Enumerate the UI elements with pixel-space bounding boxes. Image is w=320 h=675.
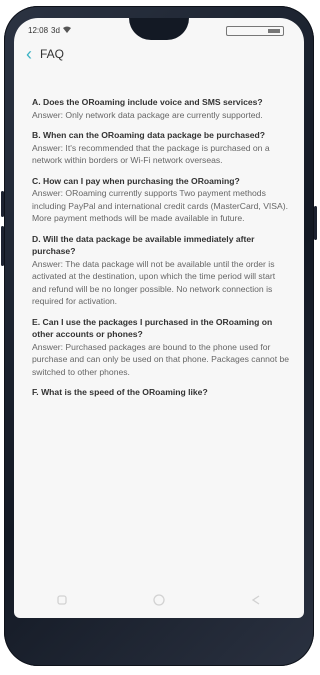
faq-answer: Answer: Purchased packages are bound to … (32, 341, 290, 377)
status-bar: 12:08 3d (20, 24, 298, 38)
faq-item: A. Does the ORoaming include voice and S… (32, 96, 290, 121)
faq-item: D. Will the data package be available im… (32, 233, 290, 308)
square-icon[interactable] (56, 594, 68, 609)
volume-up-button (1, 191, 4, 217)
faq-question: D. Will the data package be available im… (32, 233, 255, 257)
volume-down-button (1, 226, 4, 266)
chevron-left-icon[interactable]: ‹ (26, 45, 32, 63)
status-time: 12:08 (28, 26, 49, 35)
screen: 12:08 3d ‹ FAQ A. Does the ORoaming incl… (14, 18, 304, 618)
system-nav-bar (14, 590, 304, 612)
faq-answer: Answer: It's recommended that the packag… (32, 142, 270, 166)
faq-question: C. How can I pay when purchasing the ORo… (32, 175, 240, 186)
faq-item: E. Can I use the packages I purchased in… (32, 316, 290, 379)
power-button (314, 206, 317, 240)
back-triangle-icon[interactable] (250, 594, 262, 609)
circle-icon[interactable] (152, 593, 166, 610)
faq-item: F. What is the speed of the ORoaming lik… (32, 386, 290, 399)
page-title: FAQ (40, 47, 65, 61)
faq-question: F. What is the speed of the ORoaming lik… (32, 387, 208, 397)
faq-answer: Answer: The data package will not be ava… (32, 258, 276, 307)
signal-indicator: 3d (51, 26, 60, 35)
wifi-icon (62, 26, 71, 35)
phone-frame: 12:08 3d ‹ FAQ A. Does the ORoaming incl… (1, 6, 317, 666)
faq-item: C. How can I pay when purchasing the ORo… (32, 175, 290, 225)
faq-answer: Answer: ORoaming currently supports Two … (32, 188, 289, 223)
faq-question: E. Can I use the packages I purchased in… (32, 316, 273, 340)
faq-list: A. Does the ORoaming include voice and S… (32, 96, 290, 399)
battery-icon (226, 26, 284, 36)
faq-answer: Answer: Only network data package are cu… (32, 109, 263, 120)
faq-question: A. Does the ORoaming include voice and S… (32, 97, 263, 107)
faq-item: B. When can the ORoaming data package be… (32, 129, 290, 167)
app-header: ‹ FAQ (26, 44, 64, 64)
faq-question: B. When can the ORoaming data package be… (32, 130, 266, 140)
